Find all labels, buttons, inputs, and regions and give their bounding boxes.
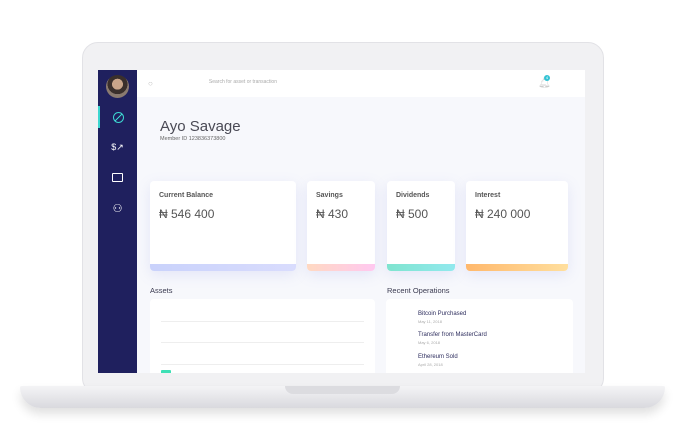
nav-profile[interactable]: ⚇ [98,197,137,219]
user-name: Ayo Savage [160,118,241,135]
card-title: Savings [316,192,343,199]
notification-badge: 4 [544,75,550,81]
asset-marker [161,370,171,373]
nav-dashboard[interactable] [98,106,137,128]
operation-label: Transfer from MasterCard [418,332,487,338]
operation-item[interactable]: Ethereum Sold April 28, 2018 [418,354,458,367]
operation-date: May 11, 2018 [418,319,442,324]
card-value: ₦ 240 000 [475,207,531,221]
card-accent-bar [466,264,568,271]
nav-investments[interactable]: $↗ [98,136,137,158]
card-accent-bar [387,264,455,271]
card-value: ₦ 546 400 [159,207,215,221]
search-icon: ○ [148,79,153,88]
card-accent-bar [150,264,296,271]
nav-wallet[interactable] [98,166,137,188]
dashboard-icon [113,111,124,123]
card-accent-bar [307,264,375,271]
sidebar: $↗ ⚇ [98,70,137,373]
card-title: Interest [475,192,501,199]
user-icon: ⚇ [112,202,123,215]
operation-label: Bitcoin Purchased [418,311,467,317]
card-current-balance[interactable]: Current Balance ₦ 546 400 [150,181,296,271]
card-value: ₦ 430 [316,207,349,221]
top-bar: ○ Search for asset or transaction 🔔︎ 4 [137,70,585,97]
grid-line [161,364,364,365]
grid-line [161,321,364,322]
operation-date: April 28, 2018 [418,362,443,367]
grid-line [161,342,364,343]
operation-item[interactable]: Transfer from MasterCard May 6, 2018 [418,332,487,345]
member-id: Member ID 123836373800 [160,136,226,142]
operation-date: May 6, 2018 [418,340,441,345]
wallet-icon [112,172,123,182]
card-title: Dividends [396,192,430,199]
search-input[interactable]: Search for asset or transaction [187,79,277,85]
card-interest[interactable]: Interest ₦ 240 000 [466,181,568,271]
app-screen: $↗ ⚇ ○ Search for asset or transaction 🔔… [98,70,585,373]
assets-heading: Assets [150,286,173,295]
operation-item[interactable]: Bitcoin Purchased May 11, 2018 [418,311,466,324]
card-savings[interactable]: Savings ₦ 430 [307,181,375,271]
avatar[interactable] [106,75,129,98]
recent-operations-heading: Recent Operations [387,286,450,295]
assets-panel [150,299,375,373]
laptop-notch [285,386,400,394]
card-value: ₦ 500 [396,207,429,221]
operation-label: Ethereum Sold [418,354,458,360]
card-dividends[interactable]: Dividends ₦ 500 [387,181,455,271]
card-title: Current Balance [159,192,214,199]
money-growth-icon: $↗ [111,141,124,152]
recent-operations-panel: Bitcoin Purchased May 11, 2018 Transfer f… [386,299,573,373]
